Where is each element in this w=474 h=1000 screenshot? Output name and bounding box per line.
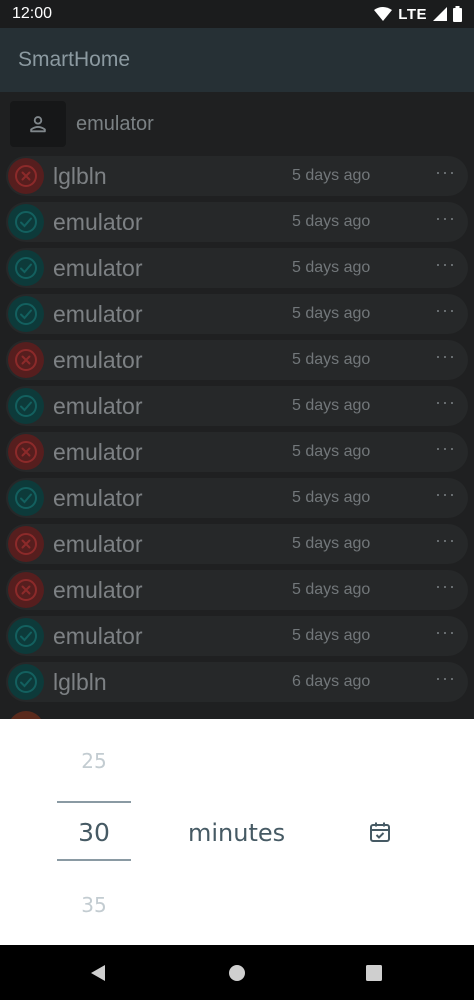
device-time: 5 days ago	[292, 443, 371, 460]
device-name: emulator	[53, 622, 143, 649]
duration-picker-sheet: 25 30 35 minutes	[0, 719, 474, 945]
check-circle-icon	[8, 250, 44, 286]
picker-divider-bottom	[57, 859, 131, 861]
check-circle-icon	[8, 618, 44, 654]
device-name: lglbln	[53, 162, 107, 189]
device-name: emulator	[53, 576, 143, 603]
device-name: emulator	[53, 346, 143, 373]
device-time: 5 days ago	[292, 627, 371, 644]
more-horiz-icon[interactable]: ···	[435, 484, 456, 505]
search-value[interactable]: emulator	[76, 113, 154, 136]
more-horiz-icon[interactable]: ···	[435, 622, 456, 643]
picker-current-value[interactable]: 30	[57, 818, 131, 847]
picker-divider-top	[57, 801, 131, 803]
x-circle-icon	[8, 526, 44, 562]
device-list-area: emulator lglbln 5 days ago ··· emulator 5 da…	[0, 92, 474, 719]
more-horiz-icon[interactable]: ···	[435, 576, 456, 597]
back-triangle-icon[interactable]	[86, 961, 110, 985]
more-horiz-icon[interactable]: ···	[435, 346, 456, 367]
more-horiz-icon[interactable]: ···	[435, 208, 456, 229]
more-horiz-icon[interactable]: ···	[435, 668, 456, 689]
device-name: emulator	[53, 300, 143, 327]
navigation-bar	[0, 945, 474, 1000]
check-circle-icon	[8, 204, 44, 240]
x-circle-icon	[8, 572, 44, 608]
more-horiz-icon[interactable]: ···	[435, 254, 456, 275]
device-row[interactable]: emulator 5 days ago ···	[6, 294, 468, 334]
signal-icon	[433, 7, 447, 21]
check-circle-icon	[8, 480, 44, 516]
app-bar: SmartHome	[0, 28, 474, 92]
picker-previous-value[interactable]: 25	[57, 749, 131, 773]
device-time: 5 days ago	[292, 259, 371, 276]
more-horiz-icon[interactable]: ···	[435, 162, 456, 183]
status-icons: LTE	[374, 6, 462, 23]
wifi-icon	[374, 7, 393, 21]
user-filter-button[interactable]	[10, 101, 66, 147]
device-row[interactable]: lglbln 6 days ago ···	[6, 662, 468, 702]
network-type: LTE	[398, 5, 427, 23]
device-time: 5 days ago	[292, 397, 371, 414]
device-time: 5 days ago	[292, 305, 371, 322]
device-row[interactable]: emulator 5 days ago ···	[6, 386, 468, 426]
x-circle-icon	[8, 158, 44, 194]
partial-row-status-icon	[8, 711, 44, 719]
more-horiz-icon[interactable]: ···	[435, 300, 456, 321]
device-row[interactable]: emulator 5 days ago ···	[6, 570, 468, 610]
device-time: 6 days ago	[292, 673, 371, 690]
x-circle-icon	[8, 342, 44, 378]
device-time: 5 days ago	[292, 535, 371, 552]
x-circle-icon	[8, 434, 44, 470]
app-title: SmartHome	[18, 48, 131, 71]
battery-icon	[453, 6, 462, 22]
status-time: 12:00	[12, 5, 53, 22]
device-name: emulator	[53, 530, 143, 557]
device-time: 5 days ago	[292, 167, 371, 184]
more-horiz-icon[interactable]: ···	[435, 438, 456, 459]
check-circle-icon	[8, 388, 44, 424]
device-row[interactable]: emulator 5 days ago ···	[6, 524, 468, 564]
more-horiz-icon[interactable]: ···	[435, 392, 456, 413]
device-row[interactable]: emulator 5 days ago ···	[6, 478, 468, 518]
device-name: emulator	[53, 438, 143, 465]
device-time: 5 days ago	[292, 581, 371, 598]
search-row[interactable]: emulator	[10, 101, 464, 147]
device-row[interactable]: lglbln 5 days ago ···	[6, 156, 468, 196]
home-circle-icon[interactable]	[225, 961, 249, 985]
device-name: emulator	[53, 484, 143, 511]
device-row[interactable]: emulator 5 days ago ···	[6, 340, 468, 380]
picker-next-value[interactable]: 35	[57, 893, 131, 917]
status-bar: 12:00 LTE	[0, 0, 474, 28]
device-rows: lglbln 5 days ago ··· emulator 5 days ago ···…	[6, 156, 468, 708]
recents-square-icon[interactable]	[362, 961, 386, 985]
device-time: 5 days ago	[292, 351, 371, 368]
picker-unit-label: minutes	[188, 819, 286, 847]
device-time: 5 days ago	[292, 489, 371, 506]
device-name: emulator	[53, 254, 143, 281]
device-row[interactable]: emulator 5 days ago ···	[6, 248, 468, 288]
device-row[interactable]: emulator 5 days ago ···	[6, 616, 468, 656]
user-icon	[30, 116, 46, 133]
device-row[interactable]: emulator 5 days ago ···	[6, 432, 468, 472]
device-name: lglbln	[53, 668, 107, 695]
calendar-check-icon[interactable]	[368, 820, 392, 844]
device-name: emulator	[53, 208, 143, 235]
device-time: 5 days ago	[292, 213, 371, 230]
device-name: emulator	[53, 392, 143, 419]
check-circle-icon	[8, 296, 44, 332]
check-circle-icon	[8, 664, 44, 700]
device-row[interactable]: emulator 5 days ago ···	[6, 202, 468, 242]
more-horiz-icon[interactable]: ···	[435, 530, 456, 551]
